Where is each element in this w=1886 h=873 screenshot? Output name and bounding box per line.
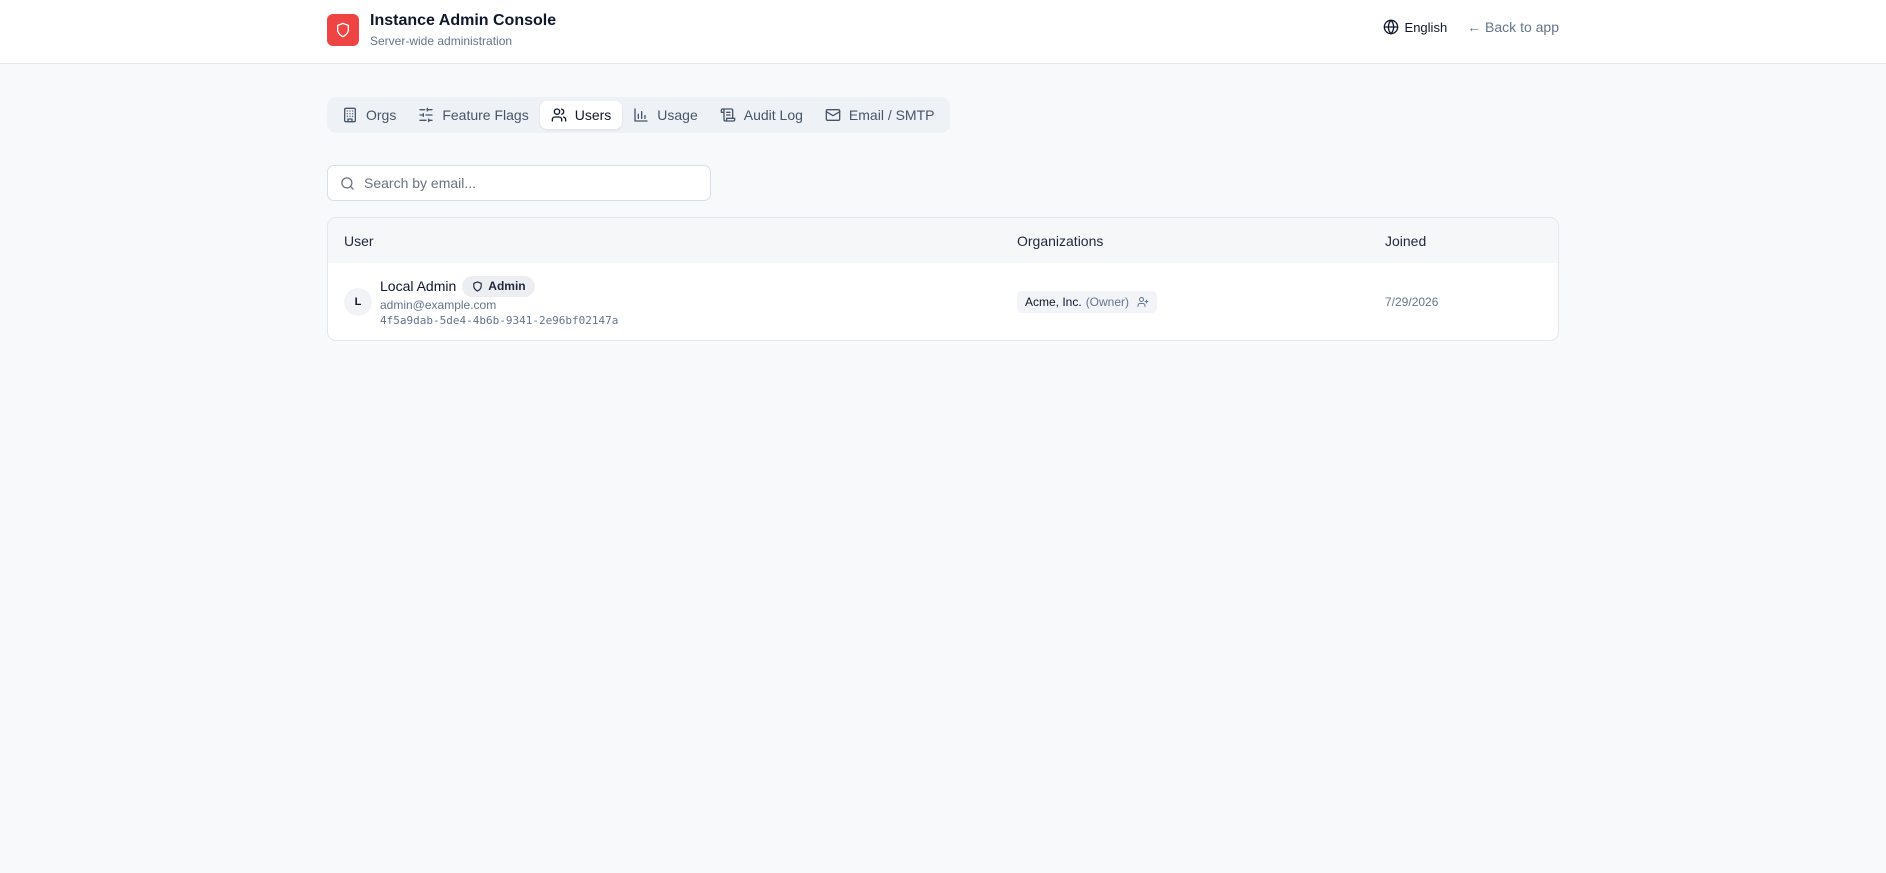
building-icon xyxy=(344,107,356,123)
language-selector[interactable]: English xyxy=(1383,19,1448,35)
app-title: Instance Admin Console xyxy=(370,12,557,29)
admin-tabs: Orgs Feature Flags Users Usage Audit Log… xyxy=(327,97,950,133)
avatar: L xyxy=(344,288,372,316)
tab-feature-flags[interactable]: Feature Flags xyxy=(407,101,539,129)
tab-usage[interactable]: Usage xyxy=(622,101,708,129)
user-name: Local Admin xyxy=(380,278,457,294)
search-input[interactable] xyxy=(364,175,684,191)
user-email: admin@example.com xyxy=(380,298,497,312)
search-icon xyxy=(341,176,354,190)
user-id: 4f5a9dab-5de4-4b6b-9341-2e96bf02147a xyxy=(380,314,619,327)
globe-icon xyxy=(1383,19,1398,35)
sliders-icon xyxy=(419,107,434,123)
tab-label: Email / SMTP xyxy=(848,107,935,123)
shield-icon xyxy=(473,280,483,292)
tab-audit-log[interactable]: Audit Log xyxy=(709,101,814,129)
brand: Instance Admin Console Server-wide admin… xyxy=(327,12,556,48)
org-chip[interactable]: Acme, Inc. (Owner) xyxy=(1017,291,1158,313)
users-table: User Organizations Joined L Local Admin … xyxy=(327,217,1559,341)
badge-label: Admin xyxy=(488,279,526,293)
joined-date: 7/29/2026 xyxy=(1385,295,1439,309)
tab-label: Users xyxy=(574,107,612,123)
tab-email-smtp[interactable]: Email / SMTP xyxy=(814,101,946,129)
tab-users[interactable]: Users xyxy=(539,101,623,129)
org-name: Acme, Inc. xyxy=(1025,295,1082,309)
back-to-app-link[interactable]: ← Back to app xyxy=(1467,19,1559,35)
top-header: Instance Admin Console Server-wide admin… xyxy=(0,0,1886,64)
tab-label: Audit Log xyxy=(743,107,803,123)
table-header: User Organizations Joined xyxy=(328,218,1558,263)
language-label: English xyxy=(1404,19,1448,35)
table-row[interactable]: L Local Admin Admin admin@example.com 4f… xyxy=(328,263,1558,340)
bar-chart-icon xyxy=(634,108,648,122)
column-header-joined: Joined xyxy=(1385,233,1427,249)
column-header-organizations: Organizations xyxy=(1017,233,1104,249)
users-icon xyxy=(551,108,567,122)
column-header-user: User xyxy=(344,233,374,249)
scroll-icon xyxy=(720,108,736,122)
admin-badge: Admin xyxy=(462,275,535,297)
tab-label: Usage xyxy=(657,107,698,123)
app-subtitle: Server-wide administration xyxy=(370,34,513,48)
org-role: (Owner) xyxy=(1085,295,1130,309)
mail-icon xyxy=(825,109,841,121)
tab-label: Feature Flags xyxy=(442,107,529,123)
user-plus-icon[interactable] xyxy=(1137,296,1149,308)
tab-orgs[interactable]: Orgs xyxy=(331,101,407,129)
tab-label: Orgs xyxy=(366,107,397,123)
shield-icon xyxy=(327,14,359,46)
search-box xyxy=(327,165,711,201)
